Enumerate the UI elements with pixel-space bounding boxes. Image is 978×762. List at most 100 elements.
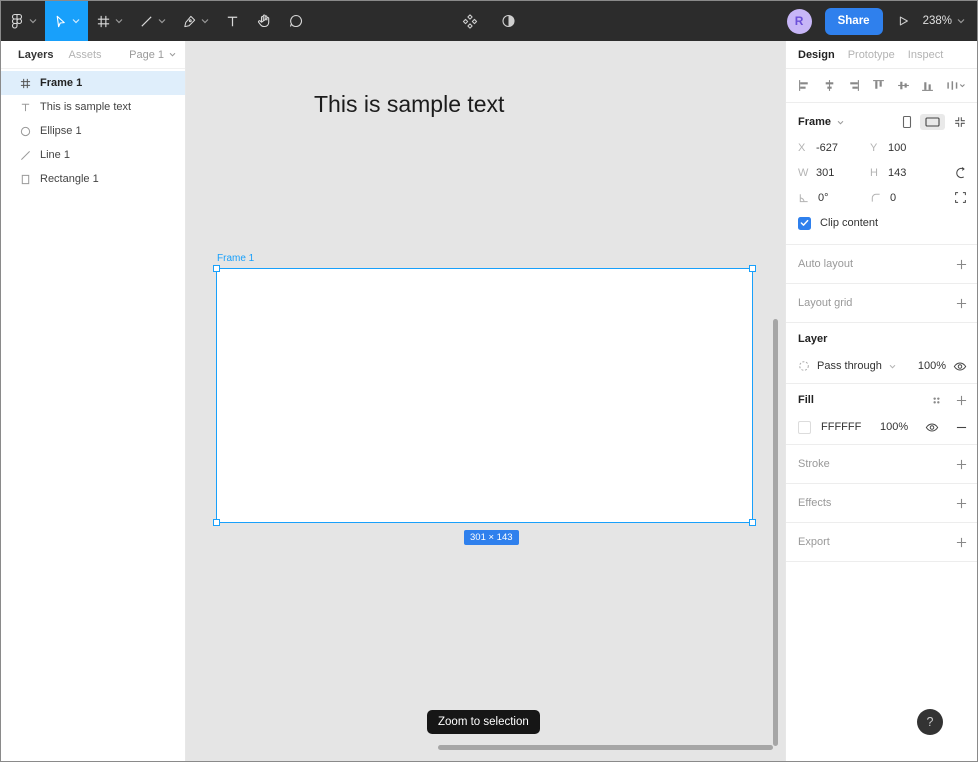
layer-row-line[interactable]: Line 1 [1, 143, 185, 167]
frame-tool-button[interactable] [88, 1, 131, 41]
clip-content-checkbox[interactable] [798, 216, 811, 230]
layout-grid-section: Layout grid [798, 284, 967, 322]
resize-handle-top-left[interactable] [213, 265, 220, 272]
fill-row: FFFFFF 100% [798, 416, 967, 444]
clip-content-setting[interactable]: Clip content [798, 210, 967, 236]
align-horizontal-center-icon[interactable] [823, 79, 836, 92]
properties-panel: Design Prototype Inspect Frame X -627 Y … [785, 41, 977, 761]
layers-panel: Layers Assets Page 1 Frame 1 This is sam… [1, 41, 186, 761]
layer-visibility-eye-icon[interactable] [953, 361, 967, 372]
tab-prototype[interactable]: Prototype [848, 49, 895, 61]
zoom-level-value: 238% [922, 15, 952, 27]
chevron-down-icon [169, 52, 176, 57]
independent-corners-icon[interactable] [954, 191, 967, 204]
avatar[interactable]: R [786, 8, 812, 34]
add-layout-grid-button[interactable] [956, 298, 967, 309]
remove-fill-button[interactable] [956, 422, 967, 433]
resize-to-fit-icon[interactable] [953, 115, 967, 129]
align-right-icon[interactable] [847, 79, 860, 92]
constrain-proportions-icon[interactable] [954, 166, 967, 180]
fill-visibility-eye-icon[interactable] [925, 422, 939, 433]
selection-size-badge: 301 × 143 [464, 530, 519, 545]
align-left-icon[interactable] [798, 79, 811, 92]
blend-mode-row: Pass through 100% [798, 355, 967, 383]
move-tool-button[interactable] [45, 1, 88, 41]
present-icon[interactable] [896, 14, 910, 28]
resize-handle-bottom-right[interactable] [749, 519, 756, 526]
horizontal-scrollbar[interactable] [438, 745, 773, 750]
chevron-down-icon [72, 18, 80, 24]
add-effect-button[interactable] [956, 498, 967, 509]
share-button[interactable]: Share [824, 7, 883, 35]
align-top-icon[interactable] [872, 79, 885, 92]
layer-row-frame[interactable]: Frame 1 [1, 71, 185, 95]
chevron-down-icon [957, 18, 965, 24]
add-auto-layout-button[interactable] [956, 259, 967, 270]
resize-handle-top-right[interactable] [749, 265, 756, 272]
distribute-icon[interactable] [946, 79, 965, 92]
comment-tool-button[interactable] [280, 1, 312, 41]
auto-layout-section: Auto layout [798, 245, 967, 283]
blend-mode-icon [798, 360, 810, 372]
shape-tool-button[interactable] [131, 1, 174, 41]
fill-styles-icon[interactable] [931, 395, 942, 406]
tab-inspect[interactable]: Inspect [908, 49, 943, 61]
tab-layers[interactable]: Layers [18, 49, 53, 61]
add-export-button[interactable] [956, 537, 967, 548]
help-button[interactable]: ? [917, 709, 943, 735]
layer-opacity-field[interactable]: 100% [918, 360, 946, 372]
chevron-down-icon [29, 18, 37, 24]
chevron-down-icon [837, 120, 844, 125]
align-bottom-icon[interactable] [921, 79, 934, 92]
layer-row-rectangle[interactable]: Rectangle 1 [1, 167, 185, 191]
tab-design[interactable]: Design [798, 49, 835, 61]
blend-mode-dropdown[interactable]: Pass through [817, 360, 882, 372]
corner-radius-icon [870, 192, 882, 203]
fill-opacity-field[interactable]: 100% [880, 421, 908, 433]
pen-tool-icon [182, 14, 197, 29]
fill-color-swatch[interactable] [798, 420, 811, 434]
chevron-down-icon [889, 364, 896, 369]
layer-name: This is sample text [40, 101, 132, 113]
corner-radius-field[interactable]: 0 [870, 192, 942, 204]
fill-hex-field[interactable]: FFFFFF [821, 421, 873, 433]
text-tool-button[interactable] [217, 1, 248, 41]
height-field[interactable]: H 143 [870, 167, 942, 179]
add-stroke-button[interactable] [956, 459, 967, 470]
line-tool-icon [139, 14, 154, 29]
x-position-field[interactable]: X -627 [798, 142, 870, 154]
y-position-field[interactable]: Y 100 [870, 142, 942, 154]
page-selector[interactable]: Page 1 [129, 49, 176, 61]
add-fill-button[interactable] [956, 395, 967, 406]
canvas-text-element[interactable]: This is sample text [314, 91, 504, 118]
clip-content-label: Clip content [820, 217, 879, 229]
zoom-level-dropdown[interactable]: 238% [923, 15, 965, 27]
line-icon [18, 150, 32, 161]
tab-assets[interactable]: Assets [68, 49, 101, 61]
text-tool-icon [225, 14, 240, 29]
selected-frame[interactable] [213, 265, 756, 526]
component-icon[interactable] [462, 13, 479, 30]
rotation-field[interactable]: 0° [798, 192, 870, 204]
frame-name-label[interactable]: Frame 1 [217, 253, 254, 264]
frame-type-dropdown[interactable]: Frame [798, 116, 844, 128]
canvas[interactable]: This is sample text Frame 1 301 × 143 Zo… [186, 41, 785, 761]
mask-icon[interactable] [501, 13, 517, 29]
main-menu-button[interactable] [1, 1, 45, 41]
layer-row-ellipse[interactable]: Ellipse 1 [1, 119, 185, 143]
hand-tool-button[interactable] [248, 1, 280, 41]
frame-tool-icon [96, 14, 111, 29]
vertical-scrollbar[interactable] [773, 319, 778, 746]
cursor-icon [53, 14, 68, 29]
portrait-orientation-icon[interactable] [902, 115, 912, 129]
landscape-orientation-icon[interactable] [920, 114, 945, 130]
resize-handle-bottom-left[interactable] [213, 519, 220, 526]
layer-row-text[interactable]: This is sample text [1, 95, 185, 119]
rectangle-icon [18, 174, 32, 185]
toolbar: R Share 238% [1, 1, 977, 41]
pen-tool-button[interactable] [174, 1, 217, 41]
text-icon [18, 102, 32, 113]
align-vertical-center-icon[interactable] [897, 79, 910, 92]
width-field[interactable]: W 301 [798, 167, 870, 179]
zoom-to-selection-tooltip: Zoom to selection [427, 710, 540, 734]
